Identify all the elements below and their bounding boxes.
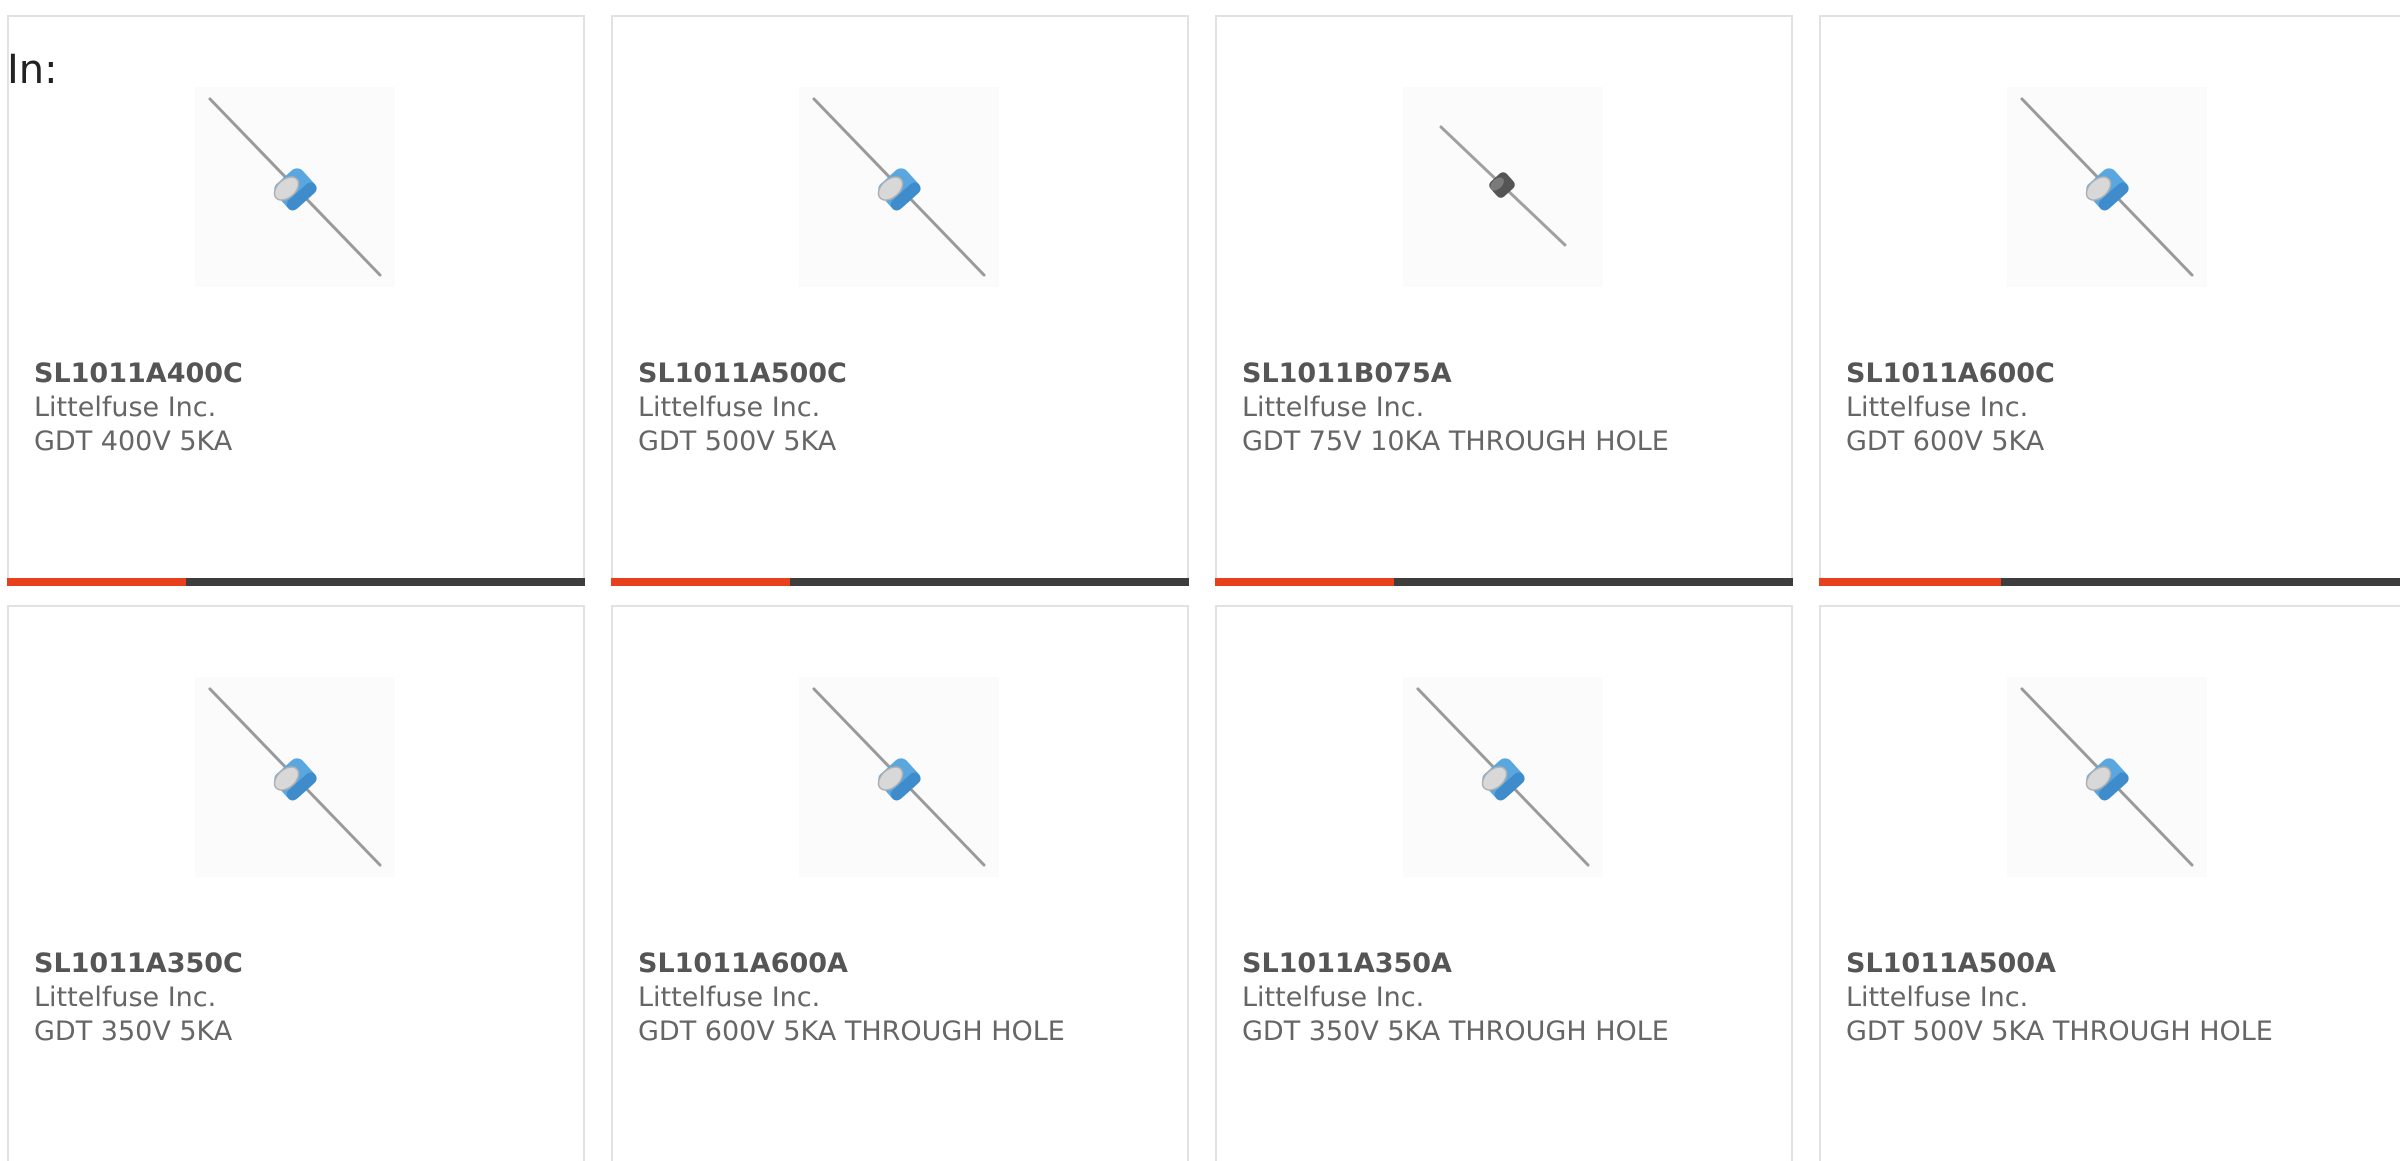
product-card[interactable]: SL1011A600C Littelfuse Inc. GDT 600V 5KA xyxy=(1819,15,2400,586)
part-number[interactable]: SL1011A400C xyxy=(34,357,563,391)
product-image[interactable] xyxy=(1403,677,1603,877)
progress-fill xyxy=(611,578,791,586)
product-card[interactable]: SL1011B075A Littelfuse Inc. GDT 75V 10KA… xyxy=(1215,15,1793,586)
part-number[interactable]: SL1011A350A xyxy=(1242,947,1771,981)
description: GDT 400V 5KA xyxy=(34,426,233,457)
product-image[interactable] xyxy=(2007,87,2207,287)
product-info: SL1011A600A Littelfuse Inc. GDT 600V 5KA… xyxy=(638,947,1167,1049)
progress-fill xyxy=(7,578,187,586)
gdt-blue-icon xyxy=(812,687,986,867)
gdt-blue-icon xyxy=(2020,687,2194,867)
product-image[interactable] xyxy=(2007,677,2207,877)
product-card[interactable]: SL1011A400C Littelfuse Inc. GDT 400V 5KA xyxy=(7,15,585,586)
product-image[interactable] xyxy=(799,677,999,877)
product-image[interactable] xyxy=(1403,87,1603,287)
description: GDT 600V 5KA xyxy=(1846,426,2045,457)
manufacturer: Littelfuse Inc. xyxy=(1242,392,1425,423)
product-grid: SL1011A400C Littelfuse Inc. GDT 400V 5KA xyxy=(0,0,2400,1161)
description: GDT 350V 5KA THROUGH HOLE xyxy=(1242,1016,1669,1047)
description: GDT 500V 5KA THROUGH HOLE xyxy=(1846,1016,2273,1047)
manufacturer: Littelfuse Inc. xyxy=(638,392,821,423)
product-card[interactable]: SL1011A500C Littelfuse Inc. GDT 500V 5KA xyxy=(611,15,1189,586)
product-info: SL1011A500A Littelfuse Inc. GDT 500V 5KA… xyxy=(1846,947,2383,1049)
product-image[interactable] xyxy=(195,677,395,877)
product-card[interactable]: SL1011A350A Littelfuse Inc. GDT 350V 5KA… xyxy=(1215,605,1793,1161)
product-info: SL1011A350C Littelfuse Inc. GDT 350V 5KA xyxy=(34,947,563,1049)
part-number[interactable]: SL1011A350C xyxy=(34,947,563,981)
product-card[interactable]: SL1011A500A Littelfuse Inc. GDT 500V 5KA… xyxy=(1819,605,2400,1161)
progress-bar xyxy=(1819,578,2400,586)
gdt-blue-icon xyxy=(208,687,382,867)
gdt-blue-icon xyxy=(208,97,382,277)
manufacturer: Littelfuse Inc. xyxy=(1846,982,2029,1013)
gdt-dark-icon xyxy=(1439,125,1567,247)
manufacturer: Littelfuse Inc. xyxy=(638,982,821,1013)
progress-bar xyxy=(1215,578,1793,586)
gdt-blue-icon xyxy=(812,97,986,277)
description: GDT 75V 10KA THROUGH HOLE xyxy=(1242,426,1669,457)
product-card[interactable]: SL1011A600A Littelfuse Inc. GDT 600V 5KA… xyxy=(611,605,1189,1161)
product-results-page: In: SL1011A400C Littelfuse Inc. GDT 400V… xyxy=(0,0,2400,1161)
product-info: SL1011A350A Littelfuse Inc. GDT 350V 5KA… xyxy=(1242,947,1771,1049)
part-number[interactable]: SL1011B075A xyxy=(1242,357,1771,391)
part-number[interactable]: SL1011A600C xyxy=(1846,357,2383,391)
manufacturer: Littelfuse Inc. xyxy=(1846,392,2029,423)
product-image[interactable] xyxy=(195,87,395,287)
progress-bar xyxy=(7,578,585,586)
progress-bar xyxy=(611,578,1189,586)
part-number[interactable]: SL1011A500A xyxy=(1846,947,2383,981)
manufacturer: Littelfuse Inc. xyxy=(1242,982,1425,1013)
product-image[interactable] xyxy=(799,87,999,287)
progress-fill xyxy=(1215,578,1395,586)
product-info: SL1011A400C Littelfuse Inc. GDT 400V 5KA xyxy=(34,357,563,459)
description: GDT 350V 5KA xyxy=(34,1016,233,1047)
part-number[interactable]: SL1011A500C xyxy=(638,357,1167,391)
product-info: SL1011A600C Littelfuse Inc. GDT 600V 5KA xyxy=(1846,357,2383,459)
part-number[interactable]: SL1011A600A xyxy=(638,947,1167,981)
description: GDT 600V 5KA THROUGH HOLE xyxy=(638,1016,1065,1047)
description: GDT 500V 5KA xyxy=(638,426,837,457)
product-info: SL1011B075A Littelfuse Inc. GDT 75V 10KA… xyxy=(1242,357,1771,459)
product-info: SL1011A500C Littelfuse Inc. GDT 500V 5KA xyxy=(638,357,1167,459)
manufacturer: Littelfuse Inc. xyxy=(34,392,217,423)
gdt-blue-icon xyxy=(1416,687,1590,867)
filter-label: In: xyxy=(7,47,58,93)
progress-fill xyxy=(1819,578,2001,586)
gdt-blue-icon xyxy=(2020,97,2194,277)
manufacturer: Littelfuse Inc. xyxy=(34,982,217,1013)
product-card[interactable]: SL1011A350C Littelfuse Inc. GDT 350V 5KA xyxy=(7,605,585,1161)
